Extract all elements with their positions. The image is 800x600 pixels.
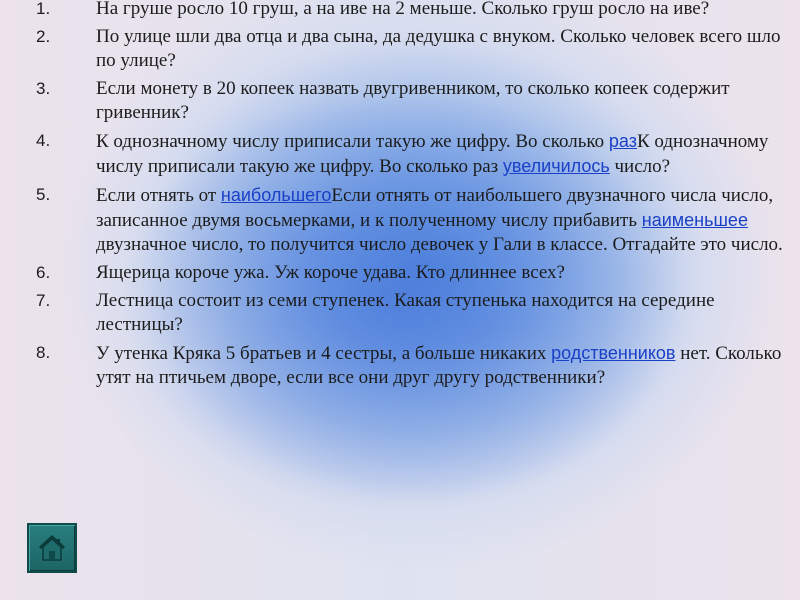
hyperlink[interactable]: родственников — [551, 343, 675, 363]
task-text: К однозначному числу приписали такую же … — [96, 131, 609, 152]
task-number: 2. — [36, 27, 51, 46]
hyperlink[interactable]: наибольшего — [221, 185, 331, 205]
task-text: Лестница состоит из семи ступенек. Какая… — [96, 290, 715, 335]
task-item: 3. Если монету в 20 копеек назвать двугр… — [0, 77, 790, 125]
home-icon — [38, 535, 66, 561]
home-button[interactable] — [27, 523, 77, 573]
task-text: число? — [609, 156, 671, 177]
task-item: 7. Лестница состоит из семи ступенек. Ка… — [0, 289, 790, 337]
hyperlink[interactable]: раз — [609, 131, 637, 151]
hyperlink[interactable]: наименьшее — [642, 210, 748, 230]
task-list: 1. На груше росло 10 груш, а на иве на 2… — [0, 0, 790, 394]
task-text: Ящерица короче ужа. Уж короче удава. Кто… — [96, 262, 565, 283]
task-text: По улице шли два отца и два сына, да дед… — [96, 26, 781, 71]
task-text: На груше росло 10 груш, а на иве на 2 ме… — [96, 0, 710, 19]
task-number: 4. — [36, 131, 51, 150]
task-text: У утенка Кряка 5 братьев и 4 сестры, а б… — [96, 343, 552, 364]
task-number: 5. — [36, 185, 51, 204]
task-text: двузначное число, то получится число дев… — [96, 234, 783, 255]
task-number: 6. — [36, 263, 51, 282]
task-text: Если отнять от — [96, 185, 221, 206]
task-number: 1. — [36, 0, 51, 18]
task-item: 8. У утенка Кряка 5 братьев и 4 сестры, … — [0, 341, 790, 390]
task-item: 4. К однозначному числу приписали такую … — [0, 129, 790, 179]
hyperlink[interactable]: увеличилось — [503, 156, 610, 176]
task-number: 3. — [36, 79, 51, 98]
task-number: 8. — [36, 343, 51, 362]
task-text: Если монету в 20 копеек назвать двугриве… — [96, 78, 730, 123]
task-item: 1. На груше росло 10 груш, а на иве на 2… — [0, 0, 790, 21]
task-item: 6. Ящерица короче ужа. Уж короче удава. … — [0, 261, 790, 285]
task-item: 5. Если отнять от наибольшегоЕсли отнять… — [0, 183, 790, 257]
task-number: 7. — [36, 291, 51, 310]
task-item: 2. По улице шли два отца и два сына, да … — [0, 25, 790, 73]
